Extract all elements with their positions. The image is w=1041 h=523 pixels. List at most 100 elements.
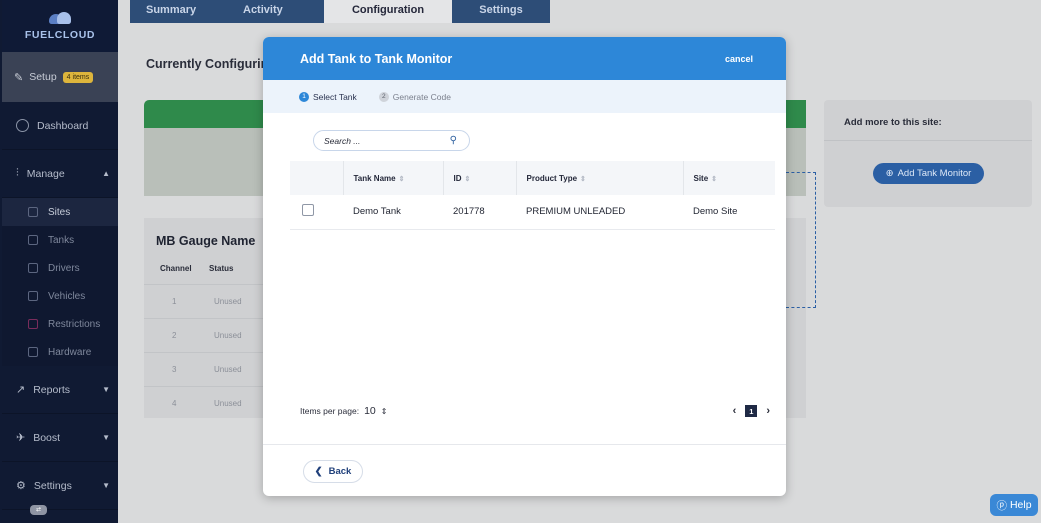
sort-icon[interactable]: ⇕ bbox=[711, 176, 717, 183]
fuelcloud-logo-icon bbox=[47, 11, 73, 24]
cell-site: Demo Site bbox=[693, 206, 738, 218]
step-generate-code[interactable]: 2 Generate Code bbox=[378, 91, 451, 102]
gauge-card: MB Gauge Name Channel Status 1 Unused 2 … bbox=[144, 218, 264, 418]
gauge-header-status: Status bbox=[209, 264, 234, 273]
sort-icon[interactable]: ⇕ bbox=[399, 176, 405, 183]
help-button[interactable]: ⓟ Help bbox=[990, 494, 1038, 516]
location-icon bbox=[28, 207, 38, 217]
gauge-header-channel: Channel bbox=[160, 264, 192, 273]
reports-icon: ↗ bbox=[16, 384, 26, 396]
sidebar-item-sites[interactable]: Sites bbox=[2, 198, 118, 226]
sidebar-item-tanks[interactable]: Tanks bbox=[2, 226, 118, 254]
sidebar-item-hardware[interactable]: Hardware bbox=[2, 338, 118, 366]
gauge-status: Unused bbox=[214, 399, 242, 408]
step-select-tank[interactable]: 1 Select Tank bbox=[299, 91, 357, 102]
hardware-icon bbox=[28, 347, 38, 357]
sidebar-item-boost[interactable]: ✈ Boost ▼ bbox=[2, 414, 118, 462]
chevron-right-icon[interactable]: › bbox=[766, 405, 770, 417]
column-label: ID bbox=[453, 173, 462, 183]
plus-circle-icon: ⊕ bbox=[885, 168, 894, 179]
step-label: Generate Code bbox=[392, 91, 451, 102]
page-number[interactable]: 1 bbox=[745, 405, 758, 417]
tab-activity[interactable]: Activity bbox=[227, 0, 324, 23]
back-button[interactable]: ❮ Back bbox=[303, 460, 363, 483]
gauge-channel: 2 bbox=[172, 331, 177, 340]
column-header-tank-name[interactable]: Tank Name ⇕ bbox=[343, 161, 444, 195]
sidebar-item-dashboard[interactable]: Dashboard bbox=[2, 102, 118, 150]
search-icon[interactable]: ⚲ bbox=[450, 135, 457, 146]
tab-configuration[interactable]: Configuration bbox=[324, 0, 452, 23]
sidebar-item-reports[interactable]: ↗ Reports ▼ bbox=[2, 366, 118, 414]
items-per-page-label: Items per page: bbox=[300, 406, 360, 416]
chat-icon: ⓟ bbox=[996, 499, 1007, 512]
row-checkbox[interactable] bbox=[302, 204, 314, 217]
manage-icon: ⫶ bbox=[16, 167, 19, 179]
cancel-button[interactable]: cancel bbox=[725, 54, 753, 64]
add-more-title: Add more to this site: bbox=[844, 117, 942, 128]
search-input[interactable] bbox=[324, 135, 434, 146]
status-bar bbox=[144, 100, 264, 130]
modal-title: Add Tank to Tank Monitor bbox=[300, 51, 453, 66]
brand: FUELCLOUD bbox=[2, 0, 118, 52]
pagination: Items per page: 10 ⇕ ‹ 1 › bbox=[300, 405, 770, 417]
sort-icon[interactable]: ⇕ bbox=[580, 176, 586, 183]
divider bbox=[824, 140, 1032, 141]
items-per-page-select[interactable]: 10 bbox=[364, 405, 376, 417]
column-label: Product Type bbox=[526, 173, 578, 183]
sidebar-item-manage[interactable]: ⫶ Manage ▲ bbox=[2, 150, 118, 198]
column-label: Tank Name bbox=[353, 173, 396, 183]
top-tabs: Summary Activity Configuration Settings bbox=[130, 0, 550, 23]
add-tank-monitor-button[interactable]: ⊕ Add Tank Monitor bbox=[873, 163, 984, 184]
chevron-down-icon: ▼ bbox=[102, 385, 110, 394]
modal-footer: ❮ Back bbox=[263, 444, 786, 496]
tab-summary[interactable]: Summary bbox=[130, 0, 227, 23]
sidebar-item-label: Hardware bbox=[48, 346, 92, 358]
help-label: Help bbox=[1009, 499, 1032, 511]
boost-icon: ✈ bbox=[16, 432, 26, 444]
add-more-card: Add more to this site: ⊕ Add Tank Monito… bbox=[824, 100, 1032, 207]
sidebar-toggle-icon[interactable]: ⇄ bbox=[30, 505, 47, 515]
chevron-down-icon: ▼ bbox=[102, 433, 110, 442]
tank-icon bbox=[28, 235, 38, 245]
sidebar-item-drivers[interactable]: Drivers bbox=[2, 254, 118, 282]
setup-badge: 4 items bbox=[62, 71, 94, 83]
sort-icon[interactable]: ⇕ bbox=[465, 176, 471, 183]
column-header-id[interactable]: ID ⇕ bbox=[443, 161, 517, 195]
chevron-left-icon[interactable]: ‹ bbox=[733, 405, 737, 417]
select-column-header bbox=[290, 161, 344, 195]
column-header-site[interactable]: Site ⇕ bbox=[683, 161, 775, 195]
step-number: 1 bbox=[299, 91, 309, 102]
driver-icon bbox=[28, 263, 38, 273]
gear-icon: ⚙ bbox=[16, 480, 26, 492]
add-tank-monitor-label: Add Tank Monitor bbox=[897, 168, 972, 179]
sidebar-item-label: Drivers bbox=[48, 262, 80, 274]
column-label: Site bbox=[693, 173, 709, 183]
sidebar-item-label: Dashboard bbox=[37, 119, 89, 132]
column-header-product-type[interactable]: Product Type ⇕ bbox=[516, 161, 684, 195]
updown-icon[interactable]: ⇕ bbox=[381, 407, 388, 416]
sidebar-item-label: Boost bbox=[33, 431, 61, 444]
table-row[interactable]: Demo Tank 201778 PREMIUM UNLEADED Demo S… bbox=[290, 195, 775, 229]
lock-icon bbox=[28, 319, 38, 329]
setup-label: Setup bbox=[29, 71, 57, 83]
gauge-header: Channel Status bbox=[144, 264, 264, 273]
chevron-left-icon: ❮ bbox=[314, 466, 323, 477]
sidebar-item-settings[interactable]: ⚙ Settings ▼ bbox=[2, 462, 118, 510]
status-panel bbox=[144, 128, 264, 196]
gauge-channel: 4 bbox=[172, 399, 177, 408]
sidebar-item-label: Sites bbox=[48, 206, 71, 218]
sidebar-item-vehicles[interactable]: Vehicles bbox=[2, 282, 118, 310]
sidebar-item-label: Reports bbox=[33, 383, 70, 396]
gauge-row: 3 Unused bbox=[144, 352, 264, 386]
sidebar-item-setup[interactable]: ✎ Setup 4 items bbox=[2, 52, 118, 102]
tab-settings[interactable]: Settings bbox=[452, 0, 550, 23]
sidebar-item-label: Tanks bbox=[48, 234, 75, 246]
sidebar-item-label: Manage bbox=[26, 167, 65, 180]
gauge-title: MB Gauge Name bbox=[156, 234, 256, 248]
sidebar: FUELCLOUD ✎ Setup 4 items Dashboard ⫶ Ma… bbox=[0, 0, 118, 523]
sidebar-item-restrictions[interactable]: Restrictions bbox=[2, 310, 118, 338]
connector-line bbox=[786, 172, 816, 308]
chevron-down-icon: ▼ bbox=[102, 481, 110, 490]
chevron-up-icon: ▲ bbox=[102, 169, 110, 178]
add-tank-modal: Add Tank to Tank Monitor cancel 1 Select… bbox=[263, 37, 786, 496]
